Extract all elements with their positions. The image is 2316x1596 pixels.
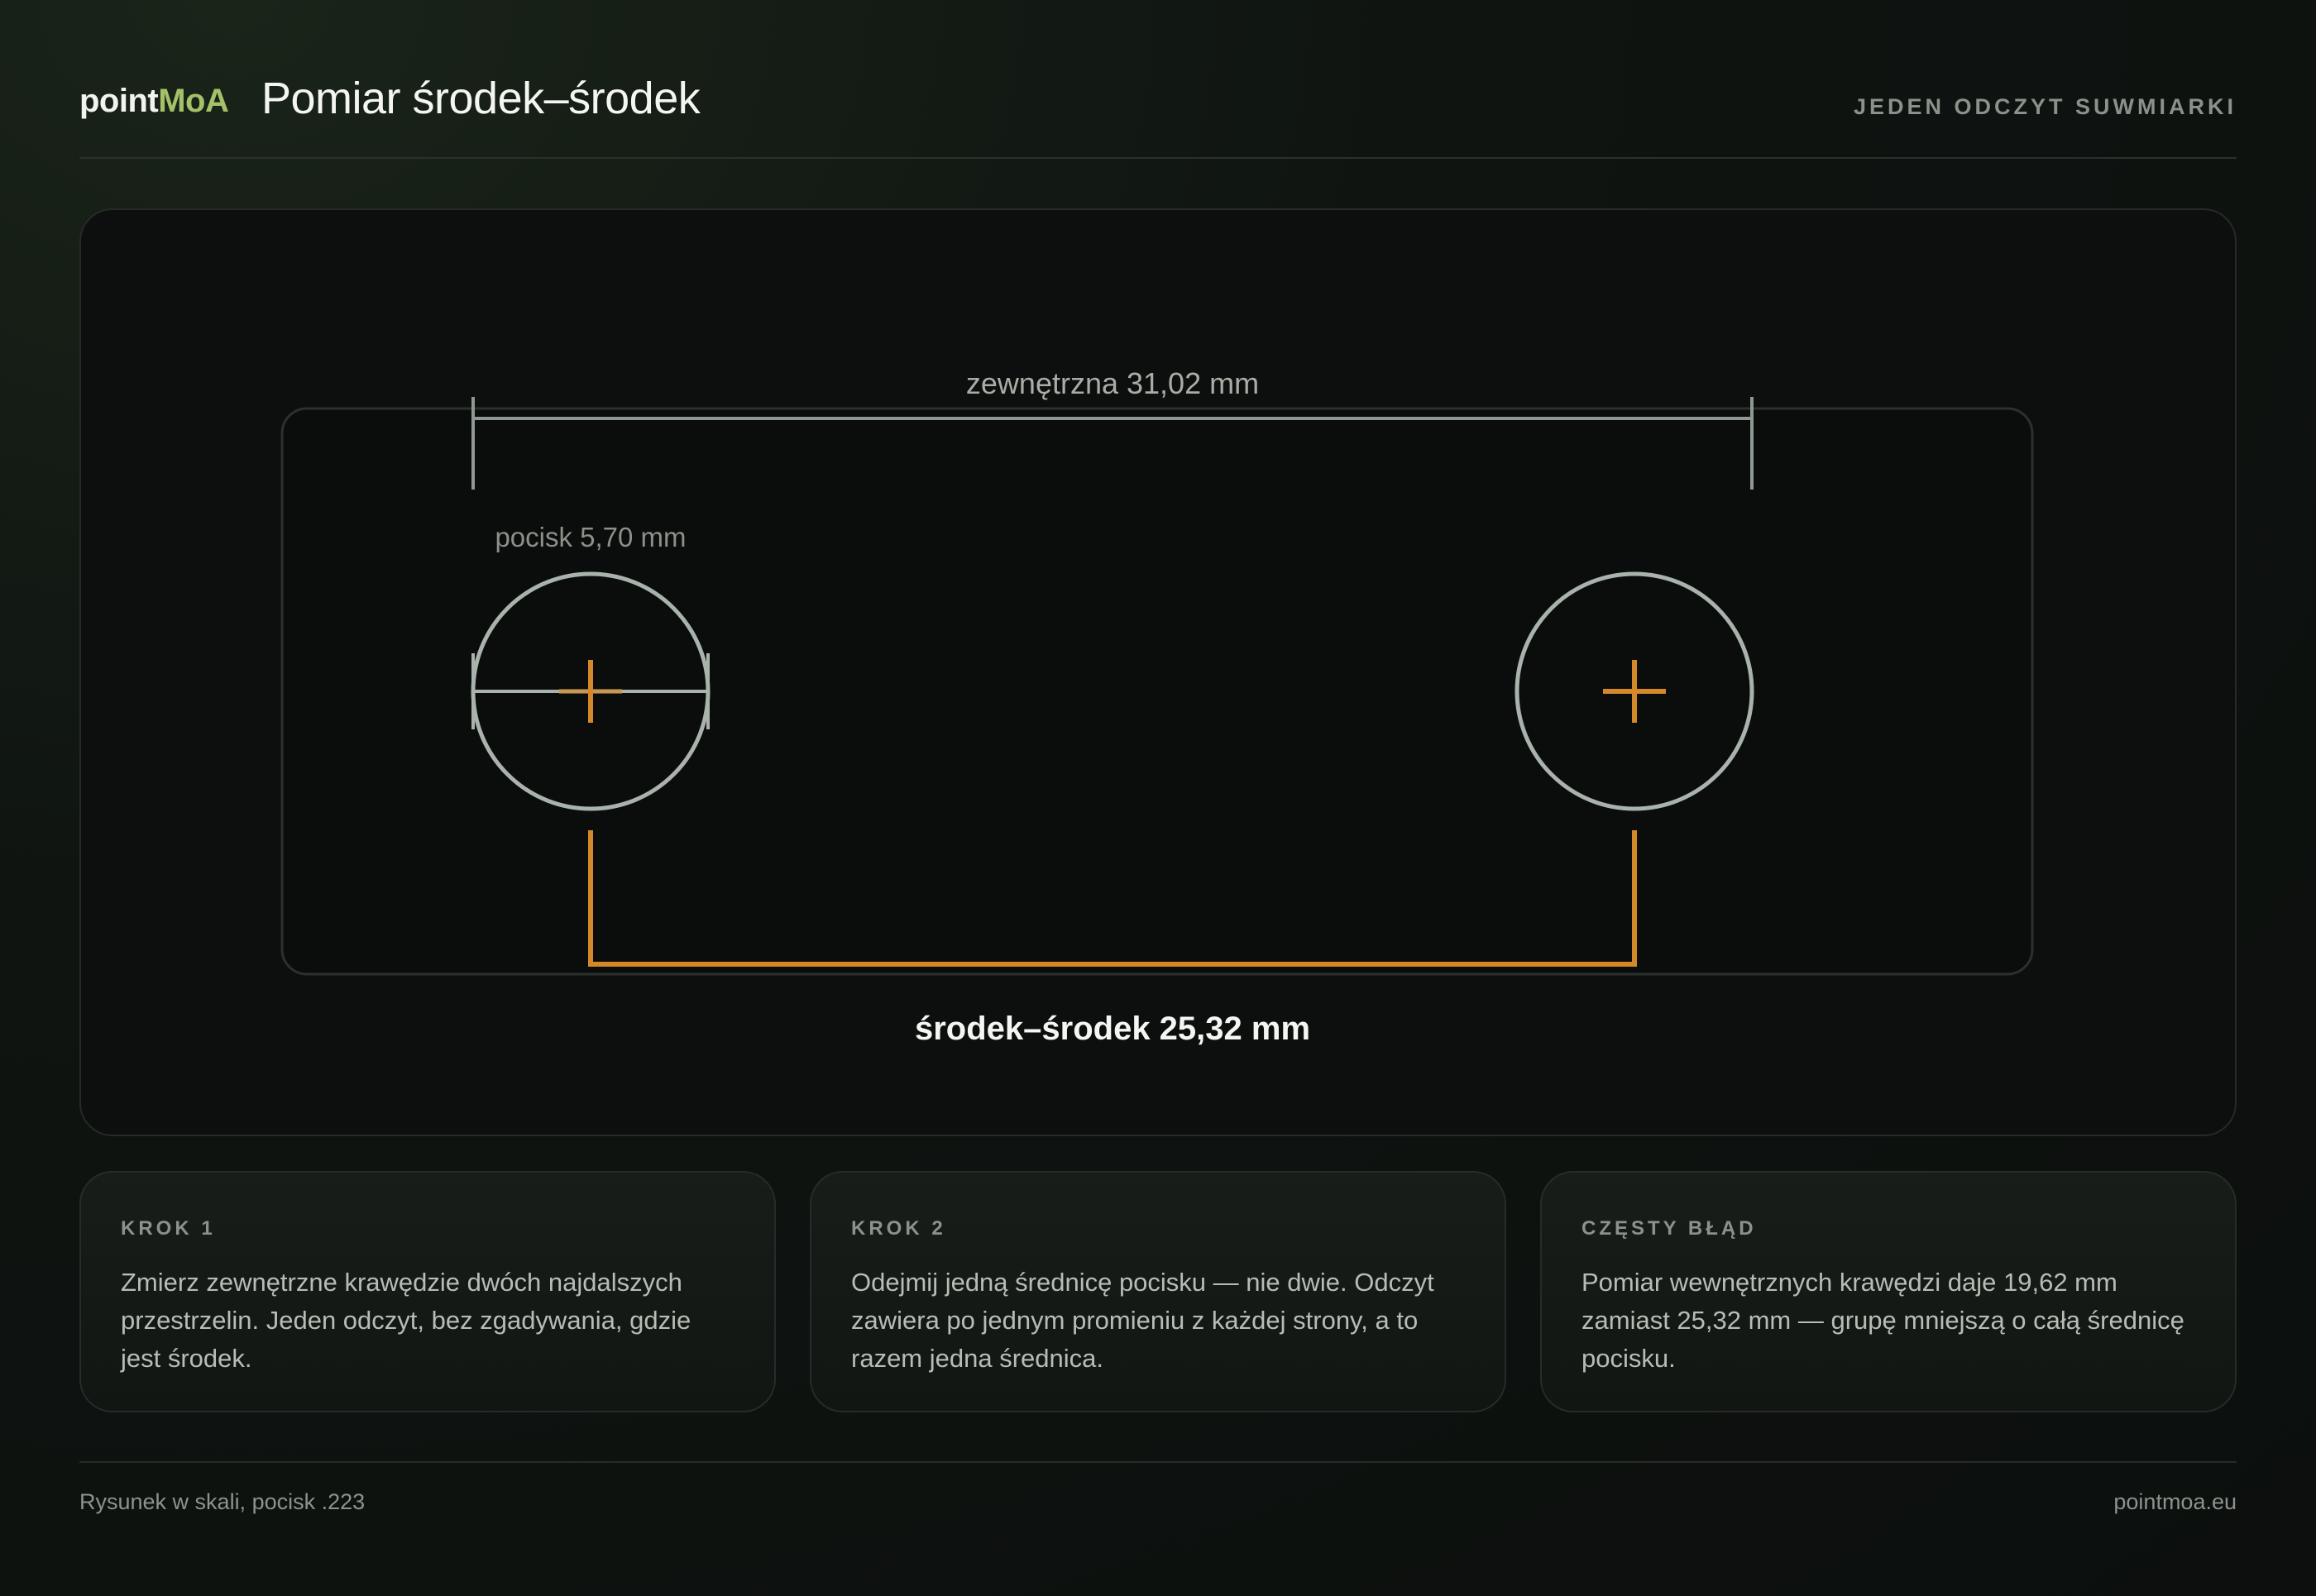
step-card-2-title: KROK 2	[851, 1217, 946, 1240]
step-card-1-text: Zmierz zewnętrzne krawędzie dwóch najdal…	[121, 1268, 691, 1373]
brand-logo-part1: point	[79, 83, 159, 119]
tagline: JEDEN ODCZYT SUWMIARKI	[1853, 94, 2237, 119]
step-card-1: KROK 1 Zmierz zewnętrzne krawędzie dwóch…	[79, 1171, 776, 1412]
bullet-diameter-label: pocisk 5,70 mm	[495, 522, 686, 552]
diagram-card: zewnętrzna 31,02 mm pocisk 5,70 mm środe…	[79, 208, 2237, 1136]
step-card-1-title: KROK 1	[121, 1217, 216, 1240]
brand-logo[interactable]: pointMoA	[79, 83, 229, 120]
common-mistake-text: Pomiar wewnętrznych krawędzi daje 19,62 …	[1581, 1268, 2184, 1373]
header: pointMoA Pomiar środek–środek JEDEN ODCZ…	[79, 66, 2237, 159]
measurement-diagram: zewnętrzna 31,02 mm pocisk 5,70 mm środe…	[280, 366, 2034, 1047]
footer-caption: Rysunek w skali, pocisk .223	[79, 1489, 366, 1514]
steps-row: KROK 1 Zmierz zewnętrzne krawędzie dwóch…	[79, 1171, 2237, 1412]
step-card-2-text: Odejmij jedną średnicę pocisku — nie dwi…	[851, 1268, 1434, 1373]
common-mistake-title: CZĘSTY BŁĄD	[1581, 1217, 1757, 1240]
center-to-center-label: środek–środek 25,32 mm	[915, 1011, 1310, 1047]
common-mistake-card: CZĘSTY BŁĄD Pomiar wewnętrznych krawędzi…	[1540, 1171, 2237, 1412]
step-card-2: KROK 2 Odejmij jedną średnicę pocisku — …	[810, 1171, 1506, 1412]
brand-logo-part2: MoA	[158, 83, 229, 119]
footer: Rysunek w skali, pocisk .223 pointmoa.eu	[79, 1461, 2237, 1514]
footer-site-link[interactable]: pointmoa.eu	[2113, 1489, 2237, 1515]
outer-dimension-label: zewnętrzna 31,02 mm	[966, 366, 1259, 400]
page-title: Pomiar środek–środek	[261, 74, 701, 123]
